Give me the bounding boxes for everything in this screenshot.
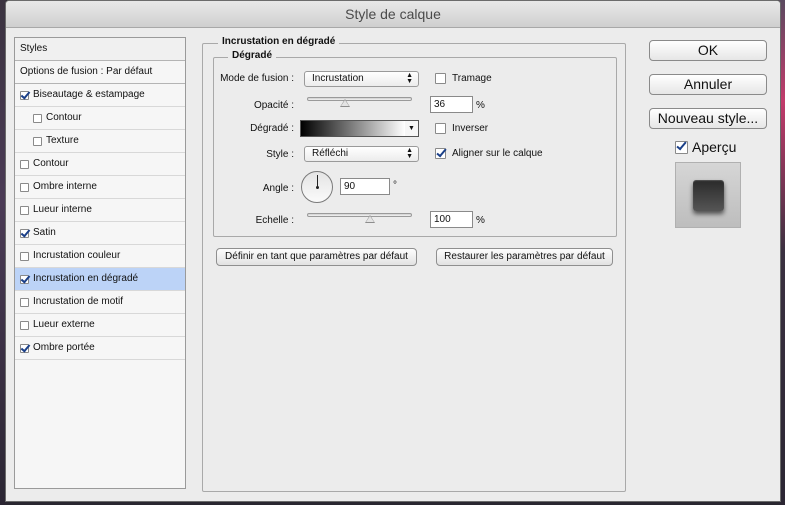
style-item-label: Lueur externe: [33, 319, 95, 330]
style-item[interactable]: Ombre interne: [15, 176, 185, 199]
style-item[interactable]: Biseautage & estampage: [15, 84, 185, 107]
preview-square: [693, 180, 724, 211]
align-checkbox[interactable]: [435, 148, 446, 159]
cancel-button[interactable]: Annuler: [649, 74, 767, 95]
align-checkbox-row[interactable]: Aligner sur le calque: [435, 148, 543, 159]
blend-mode-label: Mode de fusion :: [220, 73, 294, 84]
styles-list: Styles Options de fusion : Par défaut Bi…: [14, 37, 186, 489]
dialog-title: Style de calque: [6, 1, 780, 28]
style-item-checkbox[interactable]: [20, 228, 29, 238]
angle-dial[interactable]: [301, 171, 333, 203]
angle-unit: °: [393, 180, 397, 191]
gradient-swatch[interactable]: [300, 120, 406, 137]
style-item-label: Texture: [46, 135, 79, 146]
scale-unit: %: [476, 215, 485, 226]
reverse-checkbox-row[interactable]: Inverser: [435, 123, 488, 134]
angle-label: Angle :: [262, 183, 294, 194]
style-item-checkbox[interactable]: [20, 274, 29, 284]
reverse-label: Inverser: [452, 123, 489, 134]
style-item[interactable]: Lueur externe: [15, 314, 185, 337]
style-item-label: Contour: [46, 112, 82, 123]
dither-checkbox-row[interactable]: Tramage: [435, 73, 492, 84]
layer-style-dialog: Style de calque Styles Options de fusion…: [5, 0, 781, 502]
style-item-label: Lueur interne: [33, 204, 92, 215]
style-item-checkbox[interactable]: [20, 320, 29, 330]
style-label: Style :: [266, 149, 294, 160]
blend-mode-select[interactable]: Incrustation ▲ ▼: [304, 71, 419, 87]
style-value: Réfléchi: [312, 148, 349, 159]
align-label: Aligner sur le calque: [452, 148, 543, 159]
style-item[interactable]: Incrustation couleur: [15, 245, 185, 268]
style-item-label: Incrustation couleur: [33, 250, 121, 261]
style-item[interactable]: Incrustation de motif: [15, 291, 185, 314]
style-item[interactable]: Ombre portée: [15, 337, 185, 360]
style-item-checkbox[interactable]: [20, 159, 29, 169]
style-item-checkbox[interactable]: [20, 343, 29, 353]
gradient-overlay-title: Incrustation en dégradé: [218, 36, 340, 47]
style-item[interactable]: Contour: [15, 107, 185, 130]
preview-checkbox[interactable]: [675, 140, 688, 154]
scale-label: Echelle :: [255, 215, 294, 226]
style-select[interactable]: Réfléchi ▲ ▼: [304, 146, 419, 162]
styles-items: Biseautage & estampage Contour Texture Cont…: [15, 84, 185, 360]
style-item-checkbox[interactable]: [33, 136, 42, 146]
dither-label: Tramage: [452, 73, 492, 84]
preview-label: Aperçu: [692, 139, 737, 155]
scale-slider-thumb[interactable]: [365, 215, 375, 223]
updown-arrows-icon: ▲ ▼: [406, 72, 413, 85]
style-item[interactable]: Texture: [15, 130, 185, 153]
style-item-checkbox[interactable]: [20, 251, 29, 261]
style-item-label: Incrustation en dégradé: [33, 273, 139, 284]
gradient-dropdown-icon[interactable]: ▼: [405, 120, 419, 137]
angle-input[interactable]: 90: [340, 178, 390, 195]
style-preview-thumbnail: [675, 162, 741, 228]
updown-arrows-icon: ▲ ▼: [406, 147, 413, 160]
style-item-label: Ombre portée: [33, 342, 95, 353]
style-item-checkbox[interactable]: [20, 182, 29, 192]
style-item[interactable]: Lueur interne: [15, 199, 185, 222]
style-item-label: Satin: [33, 227, 56, 238]
dither-checkbox[interactable]: [435, 73, 446, 84]
preview-checkbox-row[interactable]: Aperçu: [675, 139, 736, 155]
style-item[interactable]: Incrustation en dégradé: [15, 268, 185, 291]
reset-default-button[interactable]: Restaurer les paramètres par défaut: [436, 248, 613, 266]
styles-header[interactable]: Styles: [15, 38, 185, 61]
style-item-checkbox[interactable]: [20, 205, 29, 215]
opacity-unit: %: [476, 100, 485, 111]
gradient-label: Dégradé :: [250, 123, 294, 134]
opacity-input[interactable]: 36: [430, 96, 473, 113]
opacity-slider[interactable]: [307, 97, 412, 101]
style-item-label: Ombre interne: [33, 181, 97, 192]
gradient-subgroup-title: Dégradé: [228, 50, 277, 61]
style-item-checkbox[interactable]: [20, 90, 29, 100]
make-default-button[interactable]: Définir en tant que paramètres par défau…: [216, 248, 417, 266]
ok-button[interactable]: OK: [649, 40, 767, 61]
style-item-label: Incrustation de motif: [33, 296, 124, 307]
reverse-checkbox[interactable]: [435, 123, 446, 134]
angle-center: [316, 186, 319, 189]
opacity-label: Opacité :: [253, 100, 294, 111]
new-style-button[interactable]: Nouveau style...: [649, 108, 767, 129]
style-item-checkbox[interactable]: [33, 113, 42, 123]
style-item-checkbox[interactable]: [20, 297, 29, 307]
style-item-label: Biseautage & estampage: [33, 89, 145, 100]
style-item[interactable]: Contour: [15, 153, 185, 176]
blending-options-item[interactable]: Options de fusion : Par défaut: [15, 61, 185, 84]
scale-slider[interactable]: [307, 213, 412, 217]
opacity-slider-thumb[interactable]: [339, 99, 350, 107]
style-item-label: Contour: [33, 158, 69, 169]
blend-mode-value: Incrustation: [312, 73, 364, 84]
scale-input[interactable]: 100: [430, 211, 473, 228]
style-item[interactable]: Satin: [15, 222, 185, 245]
